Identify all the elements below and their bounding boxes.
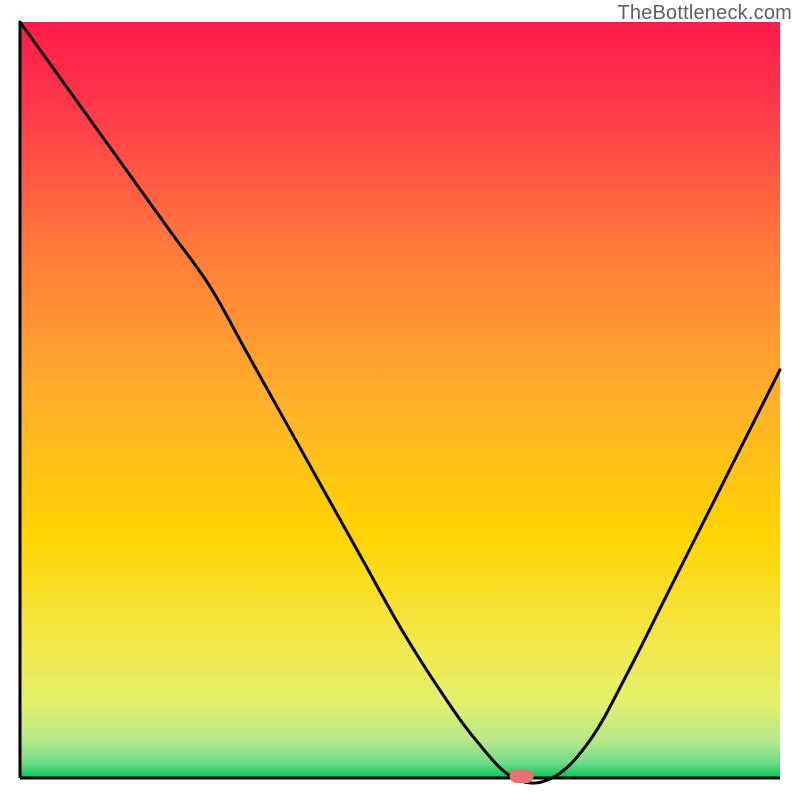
bottleneck-chart: TheBottleneck.com bbox=[0, 0, 800, 800]
watermark-text: TheBottleneck.com bbox=[617, 2, 792, 25]
optimal-point-marker bbox=[510, 769, 534, 783]
plot-area bbox=[20, 22, 780, 783]
chart-svg bbox=[0, 0, 800, 800]
gradient-background bbox=[20, 22, 780, 778]
